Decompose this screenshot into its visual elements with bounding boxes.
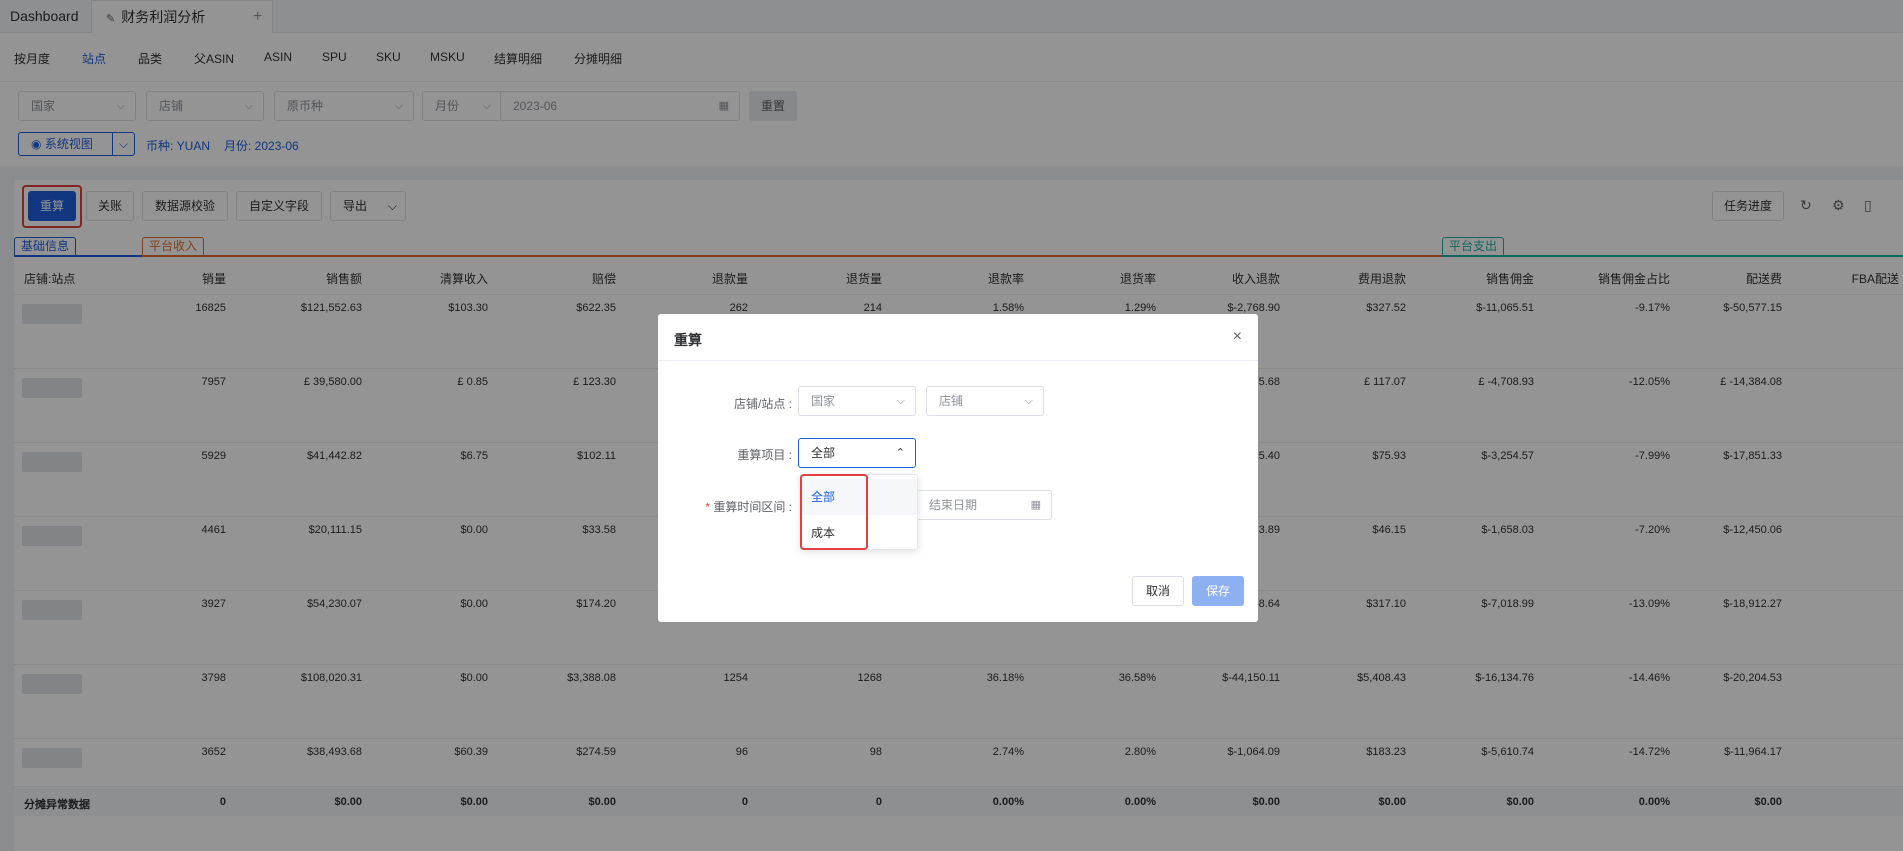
end-date-placeholder: 结束日期 [929,498,978,512]
chevron-down-icon: ⌵ [896,395,905,407]
modal-shop-placeholder: 店铺 [939,394,964,408]
modal-shop-select[interactable]: 店铺 ⌵ [926,386,1044,416]
dialog-divider [658,360,1258,361]
modal-country-placeholder: 国家 [811,394,836,408]
shop-site-label: 店铺/站点 : [733,397,792,411]
cancel-button[interactable]: 取消 [1132,576,1184,606]
item-label: 重算项目 : [737,448,792,462]
chevron-down-icon: ⌵ [1024,395,1033,407]
highlight-box [800,474,868,550]
period-label: * 重算时间区间 : [672,498,792,515]
end-date-picker[interactable]: 结束日期 ▦ [916,490,1052,520]
dialog-title: 重算 [674,332,702,348]
modal-country-select[interactable]: 国家 ⌵ [798,386,916,416]
calendar-icon: ▦ [1030,499,1041,511]
chevron-up-icon: ⌃ [895,447,905,459]
period-label-text: 重算时间区间 : [713,500,792,514]
save-button[interactable]: 保存 [1192,576,1244,606]
item-value: 全部 [811,446,836,460]
recalc-dialog: 重算 × 店铺/站点 : 国家 ⌵ 店铺 ⌵ 重算项目 : 全部 ⌃ * 重算时间区间… [658,314,1258,622]
close-icon[interactable]: × [1233,328,1242,346]
item-select[interactable]: 全部 ⌃ [798,438,916,468]
